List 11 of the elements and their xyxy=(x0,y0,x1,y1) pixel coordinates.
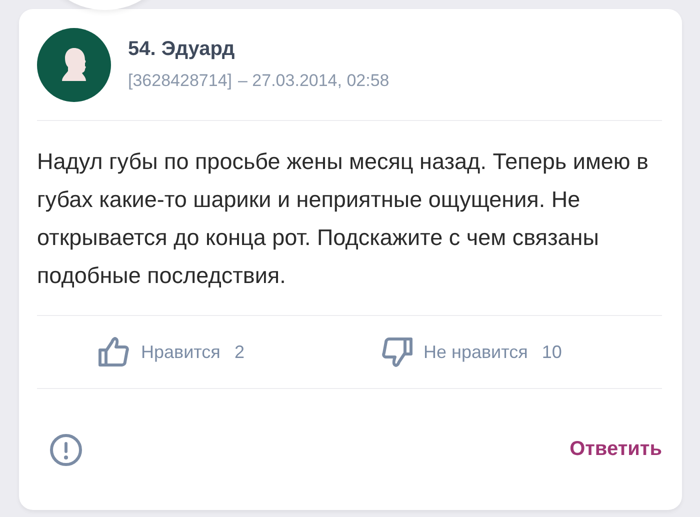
comment-text: Надул губы по просьбе жены месяц назад. Теперь имею в губах какие-то шарики и неприятные ощущения. Не открывается до конца рот. Подскажите с чем связаны подобные последствия. xyxy=(37,148,650,290)
thumbs-down-icon xyxy=(380,335,414,369)
comment-id: [3628428714] xyxy=(128,71,232,91)
reply-button[interactable]: Ответить xyxy=(570,438,662,461)
thumbs-up-icon xyxy=(97,335,131,369)
like-button[interactable]: Нравится 2 xyxy=(97,335,380,369)
dislike-button[interactable]: Не нравится 10 xyxy=(380,335,662,369)
avatar-icon xyxy=(37,28,111,102)
comment-date: – 27.03.2014, 02:58 xyxy=(238,71,390,91)
author-name: 54. Эдуард xyxy=(128,38,236,61)
report-icon[interactable] xyxy=(49,432,83,466)
